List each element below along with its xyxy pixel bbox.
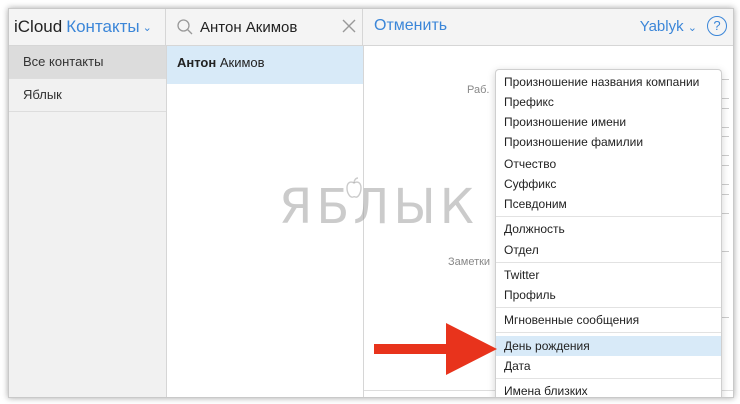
top-bar: iCloud Контакты ⌄ Антон Акимов Отменить … <box>9 9 733 46</box>
menu-separator <box>496 262 721 263</box>
menu-item-profile[interactable]: Профиль <box>496 285 721 305</box>
list-item[interactable]: Антон Акимов <box>167 46 363 84</box>
icloud-brand: iCloud <box>14 17 63 36</box>
menu-item-last-name-pronunciation[interactable]: Произношение фамилии <box>496 132 721 152</box>
search-bar: Антон Акимов <box>167 9 363 45</box>
apple-logo-icon <box>346 177 362 198</box>
clear-search-icon[interactable] <box>342 19 356 33</box>
watermark-text: ЯБЛЫК <box>279 179 478 235</box>
menu-item-suffix[interactable]: Суффикс <box>496 174 721 194</box>
menu-separator <box>496 332 721 333</box>
help-button[interactable]: ? <box>707 16 727 36</box>
user-name: Yablyk <box>639 18 684 35</box>
chevron-down-icon: ⌄ <box>687 22 697 34</box>
menu-separator <box>496 307 721 308</box>
sidebar-item-all-contacts[interactable]: Все контакты <box>9 46 166 79</box>
add-field-menu: Произношение названия компании Префикс П… <box>495 69 722 397</box>
chevron-down-icon[interactable]: ⌄ <box>143 21 152 34</box>
search-icon <box>177 19 193 35</box>
detail-toolbar: Отменить Yablyk ⌄ ? <box>364 9 733 45</box>
contact-first-name: Антон <box>177 55 217 70</box>
menu-item-middle-name[interactable]: Отчество <box>496 154 721 174</box>
user-menu-button[interactable]: Yablyk ⌄ <box>640 18 697 35</box>
app-menu-button[interactable]: Контакты <box>66 17 139 37</box>
groups-sidebar: Все контакты Яблык <box>9 46 167 397</box>
menu-item-first-name-pronunciation[interactable]: Произношение имени <box>496 112 721 132</box>
menu-item-birthday[interactable]: День рождения <box>496 336 721 356</box>
menu-item-instant-messages[interactable]: Мгновенные сообщения <box>496 310 721 330</box>
contact-last-name: Акимов <box>219 55 265 70</box>
sidebar-item-yablyk[interactable]: Яблык <box>9 79 166 112</box>
search-input[interactable]: Антон Акимов <box>200 19 297 36</box>
menu-item-prefix[interactable]: Префикс <box>496 92 721 112</box>
menu-item-department[interactable]: Отдел <box>496 240 721 260</box>
menu-separator <box>496 216 721 217</box>
menu-item-company-pronunciation[interactable]: Произношение названия компании <box>496 72 721 92</box>
work-field-label: Раб. <box>467 84 490 96</box>
menu-item-twitter[interactable]: Twitter <box>496 265 721 285</box>
menu-separator <box>496 378 721 379</box>
red-arrow-annotation <box>374 323 497 375</box>
app-switcher: iCloud Контакты ⌄ <box>9 9 166 45</box>
menu-item-related-names[interactable]: Имена близких <box>496 381 721 397</box>
notes-field-label: Заметки <box>448 256 491 268</box>
menu-item-date[interactable]: Дата <box>496 356 721 376</box>
menu-item-nickname[interactable]: Псевдоним <box>496 194 721 214</box>
cancel-button[interactable]: Отменить <box>374 17 447 35</box>
menu-item-job-title[interactable]: Должность <box>496 219 721 239</box>
icloud-contacts-window: iCloud Контакты ⌄ Антон Акимов Отменить … <box>8 8 734 398</box>
